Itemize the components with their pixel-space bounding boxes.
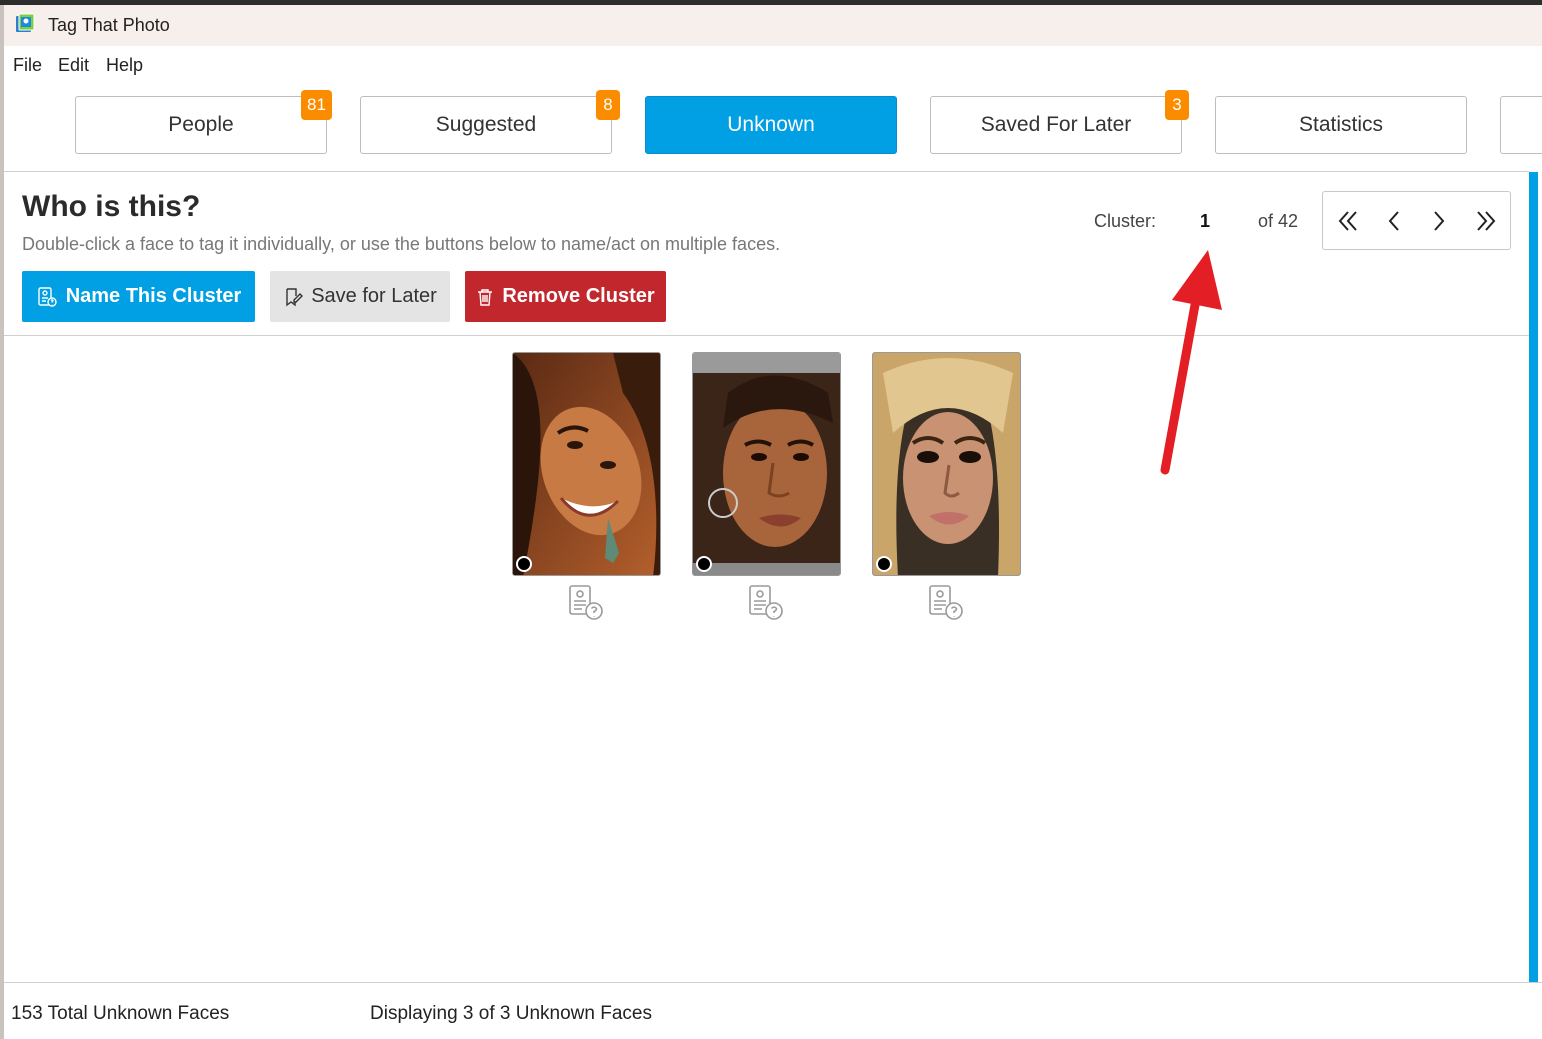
title-bar [4,5,1542,46]
save-for-later-label: Save for Later [311,285,437,307]
total-unknown-faces: 153 Total Unknown Faces [11,1003,230,1024]
cluster-current-number[interactable]: 1 [1200,211,1210,232]
saved-count-badge: 3 [1165,90,1189,120]
tag-person-icon [37,286,57,307]
face-thumbnail[interactable] [872,352,1021,576]
tab-saved-for-later[interactable]: Saved For Later [930,96,1182,154]
window-left-edge [0,5,4,1039]
menu-help[interactable]: Help [106,55,143,76]
menu-file[interactable]: File [13,55,42,76]
remove-cluster-button[interactable]: Remove Cluster [465,271,666,322]
tab-divider [4,171,1529,172]
tab-unknown[interactable]: Unknown [645,96,897,154]
menu-bar [4,46,1542,84]
face-photo [693,353,840,575]
chevron-left-icon [1388,211,1399,231]
save-for-later-button[interactable]: Save for Later [270,271,450,322]
content-scroll-accent [1529,172,1538,982]
trash-icon [478,288,493,306]
face-select-dot[interactable] [696,556,712,572]
window-title: Tag That Photo [48,15,170,35]
face-photo [873,353,1020,575]
first-cluster-button[interactable] [1331,205,1365,237]
tab-statistics-label: Statistics [1298,113,1384,136]
page-instructions: Double-click a face to tag it individual… [22,234,781,254]
tag-person-icon[interactable] [746,584,786,622]
tab-people-label: People [168,113,234,136]
face-select-dot[interactable] [516,556,532,572]
header-divider [4,335,1529,336]
status-divider [4,982,1542,983]
double-chevron-left-icon [1338,211,1357,231]
cluster-label: Cluster: [1094,211,1157,231]
people-count-badge: 81 [301,90,332,120]
face-select-dot[interactable] [876,556,892,572]
cluster-total: of 42 [1258,211,1299,231]
tab-overflow[interactable] [1500,96,1542,154]
tab-saved-for-later-label: Saved For Later [980,113,1132,136]
bookmark-edit-icon [286,287,304,306]
tab-suggested-label: Suggested [435,113,537,136]
name-cluster-label: Name This Cluster [65,285,242,307]
page-title: Who is this? [22,190,201,223]
previous-cluster-button[interactable] [1377,205,1411,237]
tag-person-icon[interactable] [926,584,966,622]
tab-unknown-label: Unknown [727,113,815,136]
double-chevron-right-icon [1477,211,1496,231]
face-photo [513,353,660,575]
tag-person-icon[interactable] [566,584,606,622]
name-cluster-button[interactable]: Name This Cluster [22,271,255,322]
menu-edit[interactable]: Edit [58,55,89,76]
remove-cluster-label: Remove Cluster [502,285,655,307]
tab-suggested[interactable]: Suggested [360,96,612,154]
tab-statistics[interactable]: Statistics [1215,96,1467,154]
displaying-faces-count: Displaying 3 of 3 Unknown Faces [370,1003,652,1024]
face-thumbnail[interactable] [692,352,841,576]
app-logo-icon [16,13,35,32]
suggested-count-badge: 8 [596,90,620,120]
annotation-arrow-icon [1160,250,1222,475]
chevron-right-icon [1434,211,1445,231]
next-cluster-button[interactable] [1422,205,1456,237]
tab-people[interactable]: People [75,96,327,154]
face-thumbnail[interactable] [512,352,661,576]
last-cluster-button[interactable] [1469,205,1503,237]
